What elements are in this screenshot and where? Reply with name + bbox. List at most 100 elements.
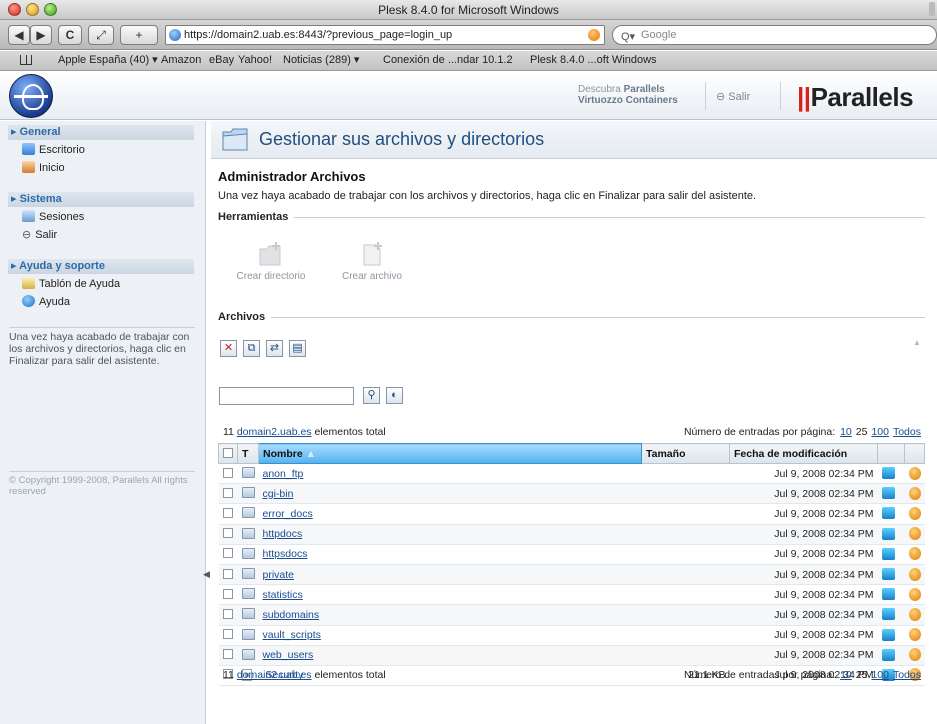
sidebar-item-inicio[interactable]: Inicio: [22, 160, 65, 176]
per-page-100[interactable]: 100: [871, 426, 889, 438]
per-page-all[interactable]: Todos: [893, 669, 921, 681]
row-checkbox[interactable]: [222, 507, 233, 518]
permissions-icon[interactable]: [908, 466, 921, 480]
row-checkbox[interactable]: [222, 588, 233, 599]
row-checkbox[interactable]: [222, 528, 233, 539]
open-book-icon[interactable]: [20, 55, 32, 65]
file-name-link[interactable]: web_users: [263, 649, 314, 661]
add-bookmark-button[interactable]: +: [120, 25, 158, 45]
permissions-icon[interactable]: [908, 567, 921, 581]
per-page-25[interactable]: 25: [856, 669, 868, 681]
search-button[interactable]: ⚲: [363, 387, 380, 404]
address-bar[interactable]: https://domain2.uab.es:8443/?previous_pa…: [165, 25, 605, 45]
file-name-link[interactable]: vault_scripts: [263, 629, 321, 641]
domain-link[interactable]: domain2.uab.es: [237, 426, 312, 438]
move-button[interactable]: ⇄: [266, 340, 283, 357]
page-reload-icon[interactable]: [588, 29, 600, 41]
permissions-icon[interactable]: [908, 486, 921, 500]
search-field[interactable]: Q▾ Google: [612, 25, 937, 45]
properties-button[interactable]: ▤: [289, 340, 306, 357]
row-select-cell[interactable]: [218, 483, 238, 505]
delete-button[interactable]: ✕: [220, 340, 237, 357]
edit-icon[interactable]: [881, 487, 895, 500]
domain-link[interactable]: domain2.uab.es: [237, 669, 312, 681]
select-all-column[interactable]: [218, 443, 238, 464]
header-logout-button[interactable]: ⊖ Salir: [716, 90, 750, 103]
row-select-cell[interactable]: [218, 463, 238, 485]
sidebar-item-escritorio[interactable]: Escritorio: [22, 142, 85, 158]
sidebar-item-sesiones[interactable]: Sesiones: [22, 209, 84, 225]
copy-button[interactable]: ⧉: [243, 340, 260, 357]
minimize-window-button[interactable]: [26, 3, 39, 16]
file-name-link[interactable]: private: [263, 569, 295, 581]
reload-button[interactable]: C: [58, 25, 82, 45]
edit-icon[interactable]: [881, 628, 895, 641]
show-all-button[interactable]: ◐: [386, 387, 403, 404]
sidebar-section-general[interactable]: ▸ General: [8, 125, 194, 140]
snapback-button[interactable]: ⤢: [88, 25, 114, 45]
row-select-cell[interactable]: [218, 625, 238, 646]
file-name-link[interactable]: anon_ftp: [263, 468, 304, 480]
bookmark-item[interactable]: Amazon: [161, 51, 201, 70]
edit-icon[interactable]: [881, 547, 895, 560]
bookmark-item[interactable]: Noticias (289) ▾: [283, 51, 359, 70]
row-checkbox[interactable]: [222, 487, 233, 498]
bookmark-item[interactable]: Yahoo!: [238, 51, 272, 70]
bookmark-item[interactable]: eBay: [209, 51, 234, 70]
per-page-25[interactable]: 25: [856, 426, 868, 438]
edit-icon[interactable]: [881, 608, 895, 621]
file-name-link[interactable]: subdomains: [263, 609, 320, 621]
create-directory-button[interactable]: Crear directorio: [231, 241, 311, 282]
permissions-icon[interactable]: [908, 527, 921, 541]
bookmark-item[interactable]: Conexión de ...ndar 10.1.2: [383, 51, 513, 70]
size-column-header[interactable]: Tamaño: [641, 443, 730, 464]
row-select-cell[interactable]: [218, 564, 238, 586]
row-checkbox[interactable]: [222, 608, 233, 619]
file-name-link[interactable]: httpsdocs: [263, 548, 308, 560]
sidebar-item-tablon-ayuda[interactable]: Tablón de Ayuda: [22, 276, 120, 292]
close-window-button[interactable]: [8, 3, 21, 16]
sidebar-section-ayuda-soporte[interactable]: ▸ Ayuda y soporte: [8, 259, 194, 274]
per-page-10[interactable]: 10: [840, 426, 852, 438]
row-select-cell[interactable]: [218, 604, 238, 626]
parallels-logo[interactable]: ||Parallels: [797, 82, 914, 113]
row-checkbox[interactable]: [222, 629, 233, 640]
row-checkbox[interactable]: [222, 649, 233, 660]
plesk-logo-icon[interactable]: [9, 74, 53, 118]
scroll-up-icon[interactable]: ▲: [913, 338, 921, 347]
toolbar-toggle-button[interactable]: [929, 2, 935, 16]
sidebar-section-sistema[interactable]: ▸ Sistema: [8, 192, 194, 207]
edit-icon[interactable]: [881, 568, 895, 581]
file-name-link[interactable]: httpdocs: [263, 528, 303, 540]
row-select-cell[interactable]: [218, 645, 238, 666]
edit-icon[interactable]: [881, 527, 895, 540]
name-column-header[interactable]: Nombre ▲: [258, 443, 642, 464]
edit-icon[interactable]: [881, 588, 895, 601]
create-file-button[interactable]: Crear archivo: [337, 241, 407, 282]
file-name-link[interactable]: error_docs: [263, 508, 313, 520]
per-page-all[interactable]: Todos: [893, 426, 921, 438]
permissions-icon[interactable]: [908, 587, 921, 601]
permissions-icon[interactable]: [908, 607, 921, 621]
permissions-icon[interactable]: [908, 506, 921, 520]
modified-column-header[interactable]: Fecha de modificación: [729, 443, 878, 464]
sidebar-item-salir[interactable]: ⊖ Salir: [22, 227, 57, 243]
zoom-window-button[interactable]: [44, 3, 57, 16]
file-name-link[interactable]: cgi-bin: [263, 488, 294, 500]
per-page-100[interactable]: 100: [871, 669, 889, 681]
row-select-cell[interactable]: [218, 524, 238, 545]
forward-button[interactable]: ▶: [30, 25, 52, 45]
bookmark-item[interactable]: Apple España (40) ▾: [58, 51, 158, 70]
row-checkbox[interactable]: [222, 568, 233, 579]
promo-link[interactable]: Descubra Parallels Virtuozzo Containers: [578, 84, 678, 106]
sidebar-item-ayuda[interactable]: Ayuda: [22, 294, 70, 310]
row-select-cell[interactable]: [218, 503, 238, 525]
type-column-header[interactable]: T: [237, 443, 259, 464]
per-page-10[interactable]: 10: [840, 669, 852, 681]
back-button[interactable]: ◀: [8, 25, 30, 45]
permissions-icon[interactable]: [908, 648, 921, 662]
edit-icon[interactable]: [881, 648, 895, 661]
edit-icon[interactable]: [881, 507, 895, 520]
bookmark-item[interactable]: Plesk 8.4.0 ...oft Windows: [530, 51, 657, 70]
search-input[interactable]: [219, 387, 354, 405]
